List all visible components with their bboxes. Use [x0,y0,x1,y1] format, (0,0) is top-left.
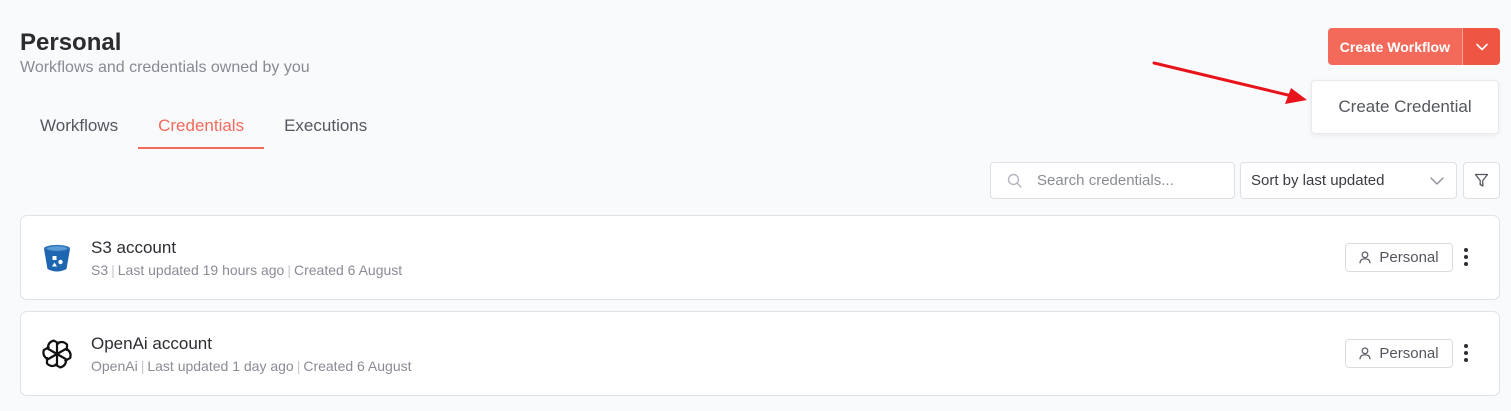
credential-name: OpenAi account [91,334,212,353]
create-credential-menu-item[interactable]: Create Credential [1338,97,1471,117]
chevron-down-icon [1475,43,1488,50]
create-button-group: Create Workflow [1327,28,1500,65]
page-subtitle: Workflows and credentials owned by you [20,59,310,76]
credential-type: OpenAi [91,358,138,374]
tab-bar: Workflows Credentials Executions [20,106,387,149]
credential-card[interactable]: OpenAi account OpenAi | Last updated 1 day… [20,311,1500,396]
owner-badge-label: Personal [1379,345,1439,362]
filter-button[interactable] [1463,162,1500,199]
meta-separator: | [287,262,291,278]
chevron-down-icon [1430,176,1444,185]
user-icon [1359,251,1371,264]
annotation-arrow-icon [1152,61,1307,104]
meta-separator: | [296,358,301,374]
tab-executions[interactable]: Executions [264,106,387,149]
more-options-icon[interactable] [1459,342,1473,364]
tab-workflows[interactable]: Workflows [20,106,138,149]
owner-badge: Personal [1345,339,1453,368]
openai-icon [42,339,72,369]
credential-meta: S3 | Last updated 19 hours ago | Created 6 A… [91,262,402,278]
s3-bucket-icon [44,244,70,272]
credential-created: Created 6 August [303,358,412,374]
create-dropdown-menu: Create Credential [1311,80,1499,134]
meta-separator: | [111,262,115,278]
credential-card[interactable]: S3 account S3 | Last updated 19 hours ago |… [20,215,1500,300]
tab-credentials[interactable]: Credentials [138,106,265,149]
credential-updated: Last updated 19 hours ago [117,262,285,278]
owner-badge: Personal [1345,243,1453,272]
create-options-dropdown-button[interactable] [1462,28,1500,65]
more-options-icon[interactable] [1459,246,1473,268]
create-workflow-button[interactable]: Create Workflow [1327,28,1462,65]
user-icon [1359,347,1371,360]
search-input[interactable] [1037,172,1227,189]
page-title: Personal [20,29,122,56]
credential-updated: Last updated 1 day ago [147,358,294,374]
credential-created: Created 6 August [293,262,403,278]
sort-select-label: Sort by last updated [1251,172,1385,189]
credential-name: S3 account [91,238,177,257]
page-header: Personal Workflows and credentials owned… [20,28,310,77]
search-icon [1007,173,1022,188]
search-field [990,162,1235,199]
credential-type: S3 [91,262,109,278]
owner-badge-label: Personal [1379,249,1439,266]
sort-select[interactable]: Sort by last updated [1240,162,1457,199]
meta-separator: | [140,358,145,374]
credential-meta: OpenAi | Last updated 1 day ago | Created 6 … [91,358,412,374]
filter-icon [1474,173,1489,187]
